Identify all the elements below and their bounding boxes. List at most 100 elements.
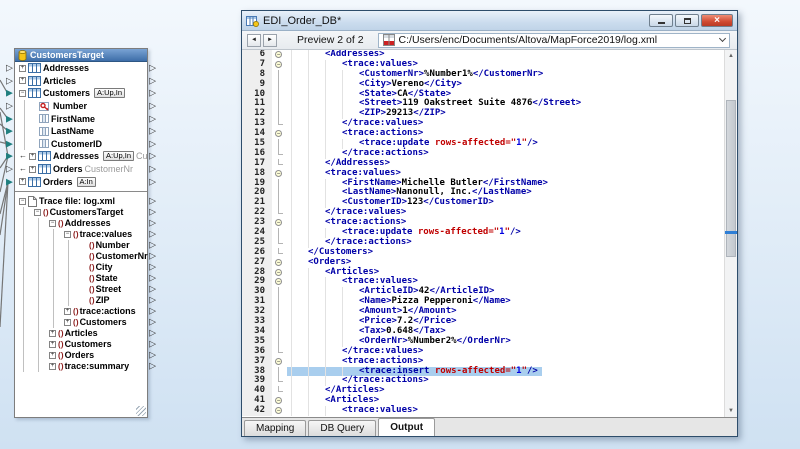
fold-marker[interactable]: − (272, 277, 287, 287)
tree-row[interactable]: −( )CustomersTarget▷ (15, 207, 147, 218)
scroll-up-arrow-icon[interactable]: ▲ (725, 50, 737, 62)
code-line[interactable]: 40</Articles> (242, 386, 724, 396)
expand-toggle[interactable]: − (49, 220, 56, 227)
code-line[interactable]: 38<trace:insert rows-affected="1"/> (242, 367, 724, 377)
fold-marker[interactable]: − (272, 129, 287, 139)
tree-row[interactable]: ( )Number▷ (15, 240, 147, 251)
input-connector[interactable]: ▷ (6, 102, 13, 111)
table-row[interactable]: ▶+OrdersA:In▷ (15, 175, 147, 188)
output-connector[interactable]: ▷ (149, 296, 156, 305)
output-connector[interactable]: ▷ (149, 274, 156, 283)
code-line[interactable]: 16</trace:actions> (242, 149, 724, 159)
code-line[interactable]: 32<Amount>1</Amount> (242, 307, 724, 317)
table-row[interactable]: ▶−CustomersA:Up,In▷ (15, 87, 147, 100)
expand-toggle[interactable]: − (34, 209, 41, 216)
output-connector[interactable]: ▷ (149, 177, 156, 186)
expand-toggle[interactable]: + (49, 341, 56, 348)
output-connector[interactable]: ▷ (149, 307, 156, 316)
collapse-icon[interactable]: − (275, 407, 282, 414)
output-connector[interactable]: ▷ (149, 165, 156, 174)
expand-toggle[interactable]: + (49, 330, 56, 337)
fold-marker[interactable]: − (272, 268, 287, 278)
tab-output[interactable]: Output (378, 418, 435, 436)
code-line[interactable]: 17</Addresses> (242, 159, 724, 169)
fold-marker[interactable]: − (272, 60, 287, 70)
input-connector[interactable]: ▶ (6, 127, 13, 136)
collapse-icon[interactable]: − (275, 259, 282, 266)
expand-toggle[interactable]: + (49, 363, 56, 370)
code-line[interactable]: 35<OrderNr>%Number2%</OrderNr> (242, 337, 724, 347)
code-line[interactable]: 39</trace:actions> (242, 376, 724, 386)
collapse-icon[interactable]: − (275, 51, 282, 58)
tree-row[interactable]: +( )Customers▷ (15, 339, 147, 350)
table-row[interactable]: ▶FirstName▷ (15, 112, 147, 125)
fold-marker[interactable]: − (272, 357, 287, 367)
collapse-icon[interactable]: − (275, 397, 282, 404)
code-text[interactable]: <trace:values> (287, 406, 422, 416)
output-connector[interactable]: ▷ (149, 127, 156, 136)
expand-toggle[interactable]: + (29, 153, 36, 160)
collapse-icon[interactable]: − (275, 219, 282, 226)
code-line[interactable]: 27−<Orders> (242, 258, 724, 268)
input-connector[interactable]: ▷ (6, 76, 13, 85)
tree-row[interactable]: ( )City▷ (15, 262, 147, 273)
component-customers-target[interactable]: CustomersTarget ▷+Addresses▷▷+Articles▷▶… (14, 48, 148, 418)
output-connector[interactable]: ▷ (149, 362, 156, 371)
minimize-button[interactable] (649, 14, 673, 27)
expand-toggle[interactable]: − (19, 90, 26, 97)
tab-mapping[interactable]: Mapping (244, 420, 306, 436)
input-connector[interactable]: ▶ (6, 89, 13, 98)
expand-toggle[interactable]: + (19, 178, 26, 185)
expand-toggle[interactable]: + (19, 77, 26, 84)
fold-marker[interactable]: − (272, 396, 287, 406)
output-connector[interactable]: ▷ (149, 197, 156, 206)
output-connector[interactable]: ▷ (149, 152, 156, 161)
sql-action-badge[interactable]: A:In (77, 177, 96, 187)
expand-toggle[interactable]: + (64, 308, 71, 315)
window-titlebar[interactable]: EDI_Order_DB* × (242, 11, 737, 31)
table-row[interactable]: ▶←+AddressesA:Up,InCustomerNr▷ (15, 150, 147, 163)
tree-row[interactable]: +( )Articles▷ (15, 328, 147, 339)
tree-row[interactable]: −Trace file: log.xml▷ (15, 196, 147, 207)
expand-toggle[interactable]: − (19, 198, 26, 205)
collapse-icon[interactable]: − (275, 170, 282, 177)
code-line[interactable]: 31<Name>Pizza Pepperoni</Name> (242, 297, 724, 307)
expand-toggle[interactable]: − (64, 231, 71, 238)
tree-row[interactable]: ( )CustomerNr▷ (15, 251, 147, 262)
output-connector[interactable]: ▷ (149, 208, 156, 217)
code-line[interactable]: 42−<trace:values> (242, 406, 724, 416)
code-line[interactable]: 8<CustomerNr>%Number1%</CustomerNr> (242, 70, 724, 80)
code-line[interactable]: 12<ZIP>29213</ZIP> (242, 109, 724, 119)
output-connector[interactable]: ▷ (149, 102, 156, 111)
code-line[interactable]: 6−<Addresses> (242, 50, 724, 60)
collapse-icon[interactable]: − (275, 358, 282, 365)
maximize-button[interactable] (675, 14, 699, 27)
file-path-combobox[interactable]: C:/Users/enc/Documents/Altova/MapForce20… (378, 33, 730, 48)
code-line[interactable]: 13</trace:values> (242, 119, 724, 129)
code-line[interactable]: 28−<Articles> (242, 268, 724, 278)
output-connector[interactable]: ▷ (149, 89, 156, 98)
fold-marker[interactable]: − (272, 406, 287, 416)
tree-row[interactable]: ( )State▷ (15, 273, 147, 284)
input-connector[interactable]: ▷ (6, 64, 13, 73)
output-connector[interactable]: ▷ (149, 241, 156, 250)
fold-marker[interactable]: − (272, 258, 287, 268)
output-connector[interactable]: ▷ (149, 263, 156, 272)
resize-grip[interactable] (136, 406, 146, 416)
code-line[interactable]: 41−<Articles> (242, 396, 724, 406)
tab-db-query[interactable]: DB Query (308, 420, 376, 436)
output-connector[interactable]: ▷ (149, 139, 156, 148)
code-line[interactable]: 33<Price>7.2</Price> (242, 317, 724, 327)
expand-toggle[interactable]: + (19, 65, 26, 72)
code-line[interactable]: 11<Street>119 Oakstreet Suite 4876</Stre… (242, 99, 724, 109)
sql-action-badge[interactable]: A:Up,In (103, 151, 134, 161)
output-connector[interactable]: ▷ (149, 285, 156, 294)
tree-row[interactable]: ( )ZIP▷ (15, 295, 147, 306)
input-connector[interactable]: ▶ (6, 152, 13, 161)
next-preview-button[interactable]: ► (263, 34, 277, 47)
collapse-icon[interactable]: − (275, 269, 282, 276)
table-row[interactable]: ▷←+OrdersCustomerNr▷ (15, 163, 147, 176)
vertical-scrollbar[interactable]: ▲ ▼ (724, 50, 737, 417)
code-line[interactable]: 22</trace:values> (242, 208, 724, 218)
output-connector[interactable]: ▷ (149, 318, 156, 327)
